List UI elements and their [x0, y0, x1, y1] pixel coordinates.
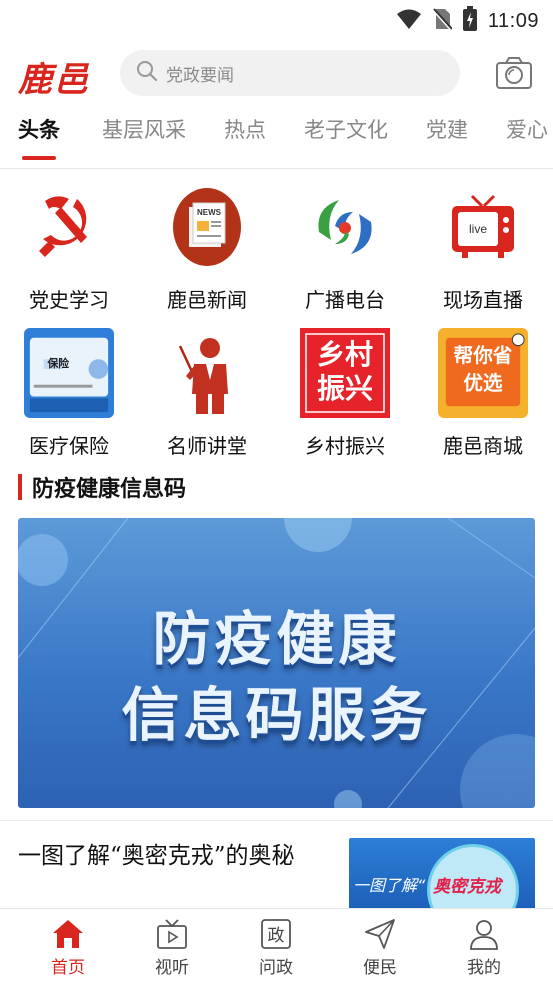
- grid-item-live[interactable]: live 现场直播: [414, 180, 552, 326]
- politics-icon-text: 政: [268, 926, 285, 946]
- rural-revitalization-icon: 乡村振兴: [300, 328, 390, 418]
- status-bar: 11:09: [0, 0, 553, 40]
- thumb-text: 一图了解“: [353, 876, 426, 895]
- nav-convenience[interactable]: 便民: [328, 909, 432, 983]
- grid-item-famous-teacher[interactable]: 名师讲堂: [138, 326, 276, 472]
- divider: [0, 820, 553, 821]
- mall-icon: 帮你省优选: [438, 328, 528, 418]
- radio-icon: [300, 182, 390, 272]
- tab-hot[interactable]: 热点: [224, 112, 266, 152]
- grid-label: 乡村振兴: [305, 434, 385, 458]
- nav-label: 问政: [259, 958, 293, 978]
- header: 鹿邑 党政要闻: [0, 48, 553, 100]
- divider: [0, 168, 553, 169]
- mall-icon-text: 帮你省优选: [453, 343, 513, 395]
- banner-title-line2: 信息码服务: [121, 681, 432, 749]
- battery-icon: [462, 6, 478, 36]
- news-title[interactable]: 一图了解“奥密克戎”的奥秘: [18, 838, 328, 874]
- send-icon: [363, 917, 397, 951]
- camera-icon: [495, 57, 533, 94]
- grid-label: 鹿邑商城: [443, 434, 523, 458]
- status-time: 11:09: [487, 9, 539, 32]
- rural-icon-text: 乡村振兴: [316, 338, 373, 405]
- grid-label: 名师讲堂: [167, 434, 247, 458]
- nav-politics[interactable]: 政 问政: [224, 909, 328, 983]
- news-icon: NEWS: [162, 182, 252, 272]
- section-accent-bar: [18, 474, 22, 500]
- grid-item-radio[interactable]: 广播电台: [276, 180, 414, 326]
- grid-item-party-history[interactable]: 党史学习: [0, 180, 138, 326]
- politics-icon: 政: [259, 917, 293, 951]
- party-emblem-icon: [24, 182, 114, 272]
- teacher-icon: [162, 328, 252, 418]
- wifi-icon: [396, 8, 422, 34]
- grid-label: 鹿邑新闻: [167, 288, 247, 312]
- nav-home[interactable]: 首页: [16, 909, 120, 983]
- grid-item-medical-insurance[interactable]: 保险 医疗保险: [0, 326, 138, 472]
- search-icon: [136, 60, 158, 86]
- service-grid: 党史学习 NEWS 鹿邑新闻 广播电台 live 现场直播 保险 医疗保险 名师…: [0, 180, 553, 472]
- live-icon-text: live: [469, 222, 487, 236]
- nav-label: 首页: [51, 958, 85, 978]
- tv-icon: [155, 917, 189, 951]
- tab-party-building[interactable]: 党建: [426, 112, 468, 152]
- grid-label: 医疗保险: [29, 434, 109, 458]
- grid-label: 党史学习: [29, 288, 109, 312]
- section-title: 防疫健康信息码: [32, 477, 187, 502]
- insurance-icon-text: 保险: [46, 357, 69, 370]
- tab-grassroots[interactable]: 基层风采: [102, 112, 186, 152]
- nav-audio-video[interactable]: 视听: [120, 909, 224, 983]
- section-header: 防疫健康信息码: [18, 472, 186, 502]
- tab-headline[interactable]: 头条: [18, 112, 60, 152]
- health-code-banner[interactable]: 防疫健康 信息码服务: [18, 518, 535, 808]
- category-tabs: 头条 基层风采 热点 老子文化 党建 爱心: [0, 112, 553, 164]
- app-logo: 鹿邑: [18, 60, 90, 100]
- medical-insurance-icon: 保险: [24, 328, 114, 418]
- nav-label: 我的: [467, 958, 501, 978]
- nav-label: 便民: [363, 958, 397, 978]
- grid-item-rural-revitalization[interactable]: 乡村振兴 乡村振兴: [276, 326, 414, 472]
- grid-label: 现场直播: [443, 288, 523, 312]
- news-thumbnail[interactable]: 一图了解“ 奥密克戎: [349, 838, 535, 910]
- user-icon: [467, 917, 501, 951]
- news-icon-text: NEWS: [197, 208, 222, 217]
- nav-mine[interactable]: 我的: [432, 909, 536, 983]
- camera-button[interactable]: [495, 56, 533, 90]
- home-icon: [51, 917, 85, 951]
- thumb-circle-text: 奥密克戎: [433, 877, 501, 897]
- tab-charity[interactable]: 爱心: [506, 112, 548, 152]
- banner-title-line1: 防疫健康: [152, 605, 401, 673]
- grid-label: 广播电台: [305, 288, 385, 312]
- tab-laozi-culture[interactable]: 老子文化: [304, 112, 388, 152]
- nav-label: 视听: [155, 958, 189, 978]
- no-sim-icon: [432, 7, 453, 35]
- grid-item-luyi-mall[interactable]: 帮你省优选 鹿邑商城: [414, 326, 552, 472]
- bottom-nav: 首页 视听 政 问政 便民 我的: [0, 908, 553, 983]
- search-input[interactable]: 党政要闻: [120, 50, 460, 96]
- live-tv-icon: live: [438, 182, 528, 272]
- grid-item-luyi-news[interactable]: NEWS 鹿邑新闻: [138, 180, 276, 326]
- search-placeholder: 党政要闻: [166, 65, 234, 86]
